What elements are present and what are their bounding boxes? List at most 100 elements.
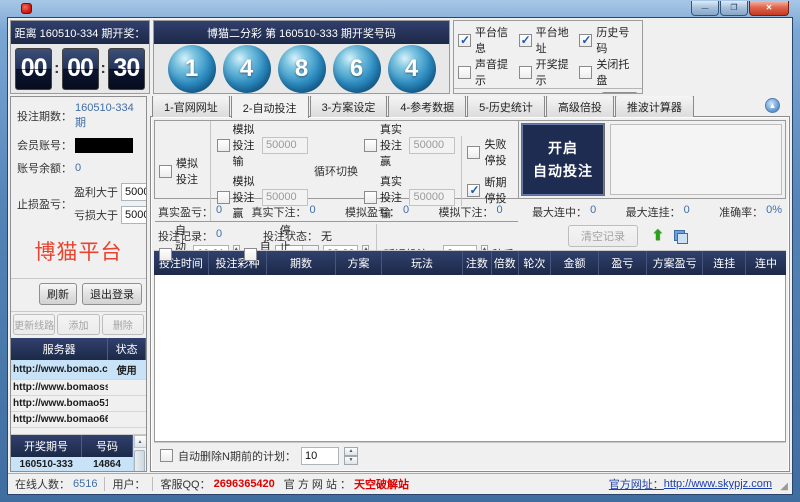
stats-row-2: 投注记录： 0 投注状态： 无 清空记录 xyxy=(158,225,782,246)
stat-value: 0 xyxy=(310,204,316,220)
add-line-button[interactable]: 添加 xyxy=(57,314,99,335)
export-up-icon[interactable] xyxy=(652,227,664,244)
stat-max-win-streak: 最大连中： 0 xyxy=(532,204,626,220)
spinner-down-icon[interactable] xyxy=(344,456,358,465)
tab-history-stats[interactable]: 5-历史统计 xyxy=(467,96,545,117)
refresh-button[interactable]: 刷新 xyxy=(39,283,77,305)
scroll-up-button[interactable] xyxy=(134,435,147,448)
stat-label: 真实盈亏： xyxy=(158,204,213,220)
column-header[interactable]: 投注彩种 xyxy=(209,251,267,275)
server-row[interactable]: http://www.bomao518.c... xyxy=(11,396,146,412)
checkbox-icon[interactable] xyxy=(519,34,532,47)
column-header[interactable]: 注数 xyxy=(463,251,492,275)
checkbox-icon[interactable] xyxy=(467,184,480,197)
checkbox-icon[interactable] xyxy=(160,449,173,462)
server-row[interactable]: http://www.bomao.com 使用 xyxy=(11,360,146,380)
modify-button[interactable]: 修改 xyxy=(601,92,638,94)
checkbox-icon[interactable] xyxy=(159,165,172,178)
real-win-input[interactable] xyxy=(409,137,455,154)
sim-lose-input[interactable] xyxy=(262,137,308,154)
column-header[interactable]: 轮次 xyxy=(519,251,551,275)
stoploss-inputs: 盈利大于 亏损大于 xyxy=(74,183,147,224)
close-button[interactable] xyxy=(749,1,789,16)
checkbox-icon[interactable] xyxy=(467,146,480,159)
profit-gt-input[interactable] xyxy=(121,183,147,201)
checkbox-platform-address[interactable]: 平台地址 xyxy=(519,24,580,56)
sidebar: 投注期数： 160510-334期 会员账号： 账号余额： 0 止损盈亏： xyxy=(10,96,147,472)
draw-ball: 6 xyxy=(333,45,381,93)
checkbox-icon[interactable] xyxy=(217,139,230,152)
server-url[interactable]: http://www.bomao.com xyxy=(11,360,108,380)
column-header[interactable]: 玩法 xyxy=(382,251,463,275)
arrow-up-icon xyxy=(652,227,664,243)
checkbox-platform-info[interactable]: 平台信息 xyxy=(458,24,519,56)
loss-gt-label: 亏损大于 xyxy=(74,207,118,223)
server-row[interactable]: http://www.bomao66.com xyxy=(11,412,146,428)
server-row[interactable]: http://www.bomaossc.co... xyxy=(11,380,146,396)
checkbox-icon[interactable] xyxy=(217,191,230,204)
minimize-button[interactable] xyxy=(691,1,719,16)
tab-official-site[interactable]: 1-官网网址 xyxy=(152,96,230,117)
tab-advanced-multiplier[interactable]: 高级倍投 xyxy=(546,96,614,117)
server-url[interactable]: http://www.bomao66.com xyxy=(11,412,108,428)
tab-plan-setting[interactable]: 3-方案设定 xyxy=(310,96,388,117)
checkbox-history-numbers[interactable]: 历史号码 xyxy=(579,24,640,56)
display-options-panel: 平台信息 平台地址 历史号码 xyxy=(453,20,643,94)
auto-delete-label: 自动删除N期前的计划： xyxy=(178,448,296,464)
column-header[interactable]: 方案 xyxy=(336,251,382,275)
checkbox-icon[interactable] xyxy=(244,248,257,261)
server-col-header: 服务器 xyxy=(11,338,108,360)
checkbox-icon[interactable] xyxy=(364,191,377,204)
checkbox-sound-alert[interactable]: 声音提示 xyxy=(458,56,519,88)
balance-row: 账号余额： 0 xyxy=(17,160,141,176)
checkbox-icon[interactable] xyxy=(458,34,471,47)
delete-line-button[interactable]: 删除 xyxy=(102,314,144,335)
update-line-button[interactable]: 更新线路 xyxy=(13,314,55,335)
column-header[interactable]: 倍数 xyxy=(492,251,519,275)
status-bar: 在线人数： 6516 用户： 客服QQ： 2696365420 官 方 网 站 … xyxy=(8,473,792,494)
collapse-panel-button[interactable] xyxy=(765,98,780,113)
server-url[interactable]: http://www.bomaossc.co... xyxy=(11,380,108,396)
site-value: 天空破解站 xyxy=(354,476,409,492)
checkbox-icon[interactable] xyxy=(579,66,592,79)
stat-sim-bet: 模拟下注： 0 xyxy=(439,204,533,220)
clear-records-button[interactable]: 清空记录 xyxy=(568,225,638,247)
auto-delete-input[interactable] xyxy=(301,447,339,465)
clock-seconds: 30 xyxy=(108,48,145,90)
checkbox-icon[interactable] xyxy=(579,34,592,47)
start-auto-bet-button[interactable]: 开启 自动投注 xyxy=(521,123,605,196)
checkbox-icon[interactable] xyxy=(159,248,172,261)
stoploss-label: 止损盈亏： xyxy=(17,196,72,212)
tab-wave-calculator[interactable]: 推波计算器 xyxy=(615,96,694,117)
minimize-icon xyxy=(702,4,709,12)
column-header[interactable]: 方案盈亏 xyxy=(647,251,704,275)
column-header[interactable]: 金额 xyxy=(551,251,599,275)
resize-grip[interactable] xyxy=(776,478,788,490)
copy-icon[interactable] xyxy=(674,230,686,242)
auto-delete-stepper[interactable] xyxy=(344,447,358,465)
column-header[interactable]: 连中 xyxy=(746,251,786,275)
maximize-button[interactable] xyxy=(720,1,748,16)
bet-period-label: 投注期数： xyxy=(17,108,72,124)
column-header[interactable]: 期数 xyxy=(267,251,336,275)
logout-button[interactable]: 退出登录 xyxy=(82,283,142,305)
service-info: 客服QQ： 2696365420 官 方 网 站 ： 天空破解站 xyxy=(153,477,416,491)
checkbox-icon[interactable] xyxy=(364,139,377,152)
column-header[interactable]: 连挂 xyxy=(703,251,746,275)
tab-reference-data[interactable]: 4-参考数据 xyxy=(388,96,466,117)
checkbox-fail-stop[interactable]: 失败停投 xyxy=(467,136,514,168)
checkbox-draw-alert[interactable]: 开奖提示 xyxy=(519,56,580,88)
checkbox-icon[interactable] xyxy=(519,66,532,79)
loss-gt-input[interactable] xyxy=(121,206,147,224)
server-url[interactable]: http://www.bomao518.c... xyxy=(11,396,108,412)
stat-real-bet: 真实下注： 0 xyxy=(252,204,346,220)
checkbox-close-to-tray[interactable]: 关闭托盘 xyxy=(579,56,640,88)
draw-row[interactable]: 160510-333 14864 xyxy=(11,457,133,471)
scrollbar-thumb[interactable] xyxy=(134,450,145,471)
spinner-up-icon[interactable] xyxy=(344,447,358,456)
tab-auto-bet[interactable]: 2-自动投注 xyxy=(231,96,309,118)
draws-scrollbar[interactable] xyxy=(133,435,146,471)
column-header[interactable]: 盈亏 xyxy=(599,251,647,275)
checkbox-icon[interactable] xyxy=(458,66,471,79)
url-link[interactable]: http://www.skypjz.com xyxy=(664,478,772,490)
